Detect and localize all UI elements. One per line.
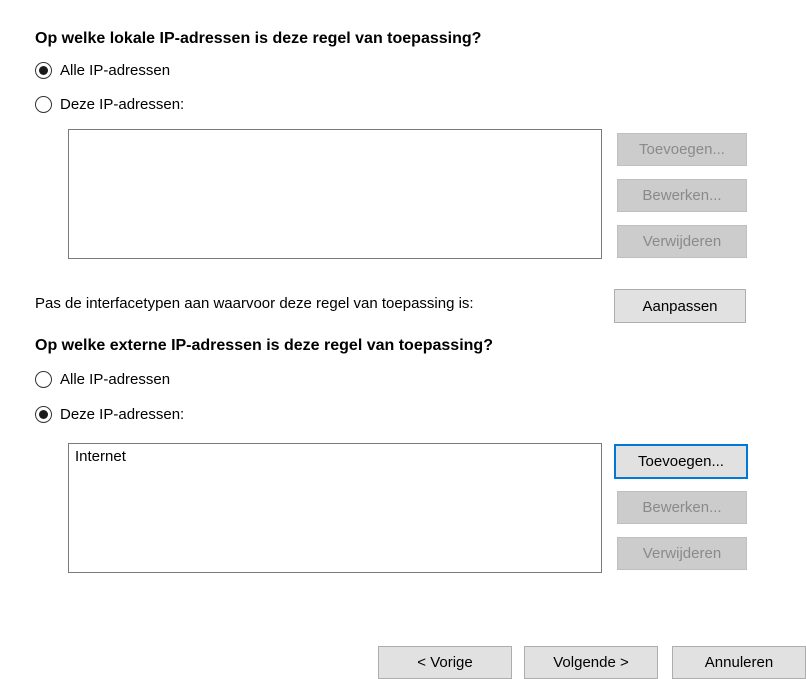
back-button[interactable]: < Vorige xyxy=(378,646,512,679)
remote-edit-button[interactable]: Bewerken... xyxy=(617,491,747,524)
remote-add-button[interactable]: Toevoegen... xyxy=(614,444,748,479)
customize-button[interactable]: Aanpassen xyxy=(614,289,746,323)
list-item[interactable]: Internet xyxy=(75,448,595,465)
remote-remove-button[interactable]: Verwijderen xyxy=(617,537,747,570)
local-remove-button[interactable]: Verwijderen xyxy=(617,225,747,258)
remote-these-ip-label: Deze IP-adressen: xyxy=(60,406,185,423)
radio-selected-icon xyxy=(35,62,52,79)
remote-these-ip-radio[interactable]: Deze IP-adressen: xyxy=(35,406,184,423)
local-edit-button[interactable]: Bewerken... xyxy=(617,179,747,212)
local-ip-heading: Op welke lokale IP-adressen is deze rege… xyxy=(35,30,482,47)
cancel-button[interactable]: Annuleren xyxy=(672,646,806,679)
remote-ip-heading: Op welke externe IP-adressen is deze reg… xyxy=(35,337,493,354)
radio-unselected-icon xyxy=(35,96,52,113)
local-add-button[interactable]: Toevoegen... xyxy=(617,133,747,166)
local-all-ip-radio[interactable]: Alle IP-adressen xyxy=(35,62,170,79)
remote-all-ip-label: Alle IP-adressen xyxy=(60,371,171,388)
local-these-ip-label: Deze IP-adressen: xyxy=(60,96,185,113)
remote-all-ip-radio[interactable]: Alle IP-adressen xyxy=(35,371,170,388)
remote-ip-listbox[interactable]: Internet xyxy=(68,443,602,573)
next-button[interactable]: Volgende > xyxy=(524,646,658,679)
local-all-ip-label: Alle IP-adressen xyxy=(60,62,171,79)
radio-selected-icon xyxy=(35,406,52,423)
interface-types-text: Pas de interfacetypen aan waarvoor deze … xyxy=(35,295,474,312)
radio-unselected-icon xyxy=(35,371,52,388)
local-ip-listbox[interactable] xyxy=(68,129,602,259)
local-these-ip-radio[interactable]: Deze IP-adressen: xyxy=(35,96,184,113)
